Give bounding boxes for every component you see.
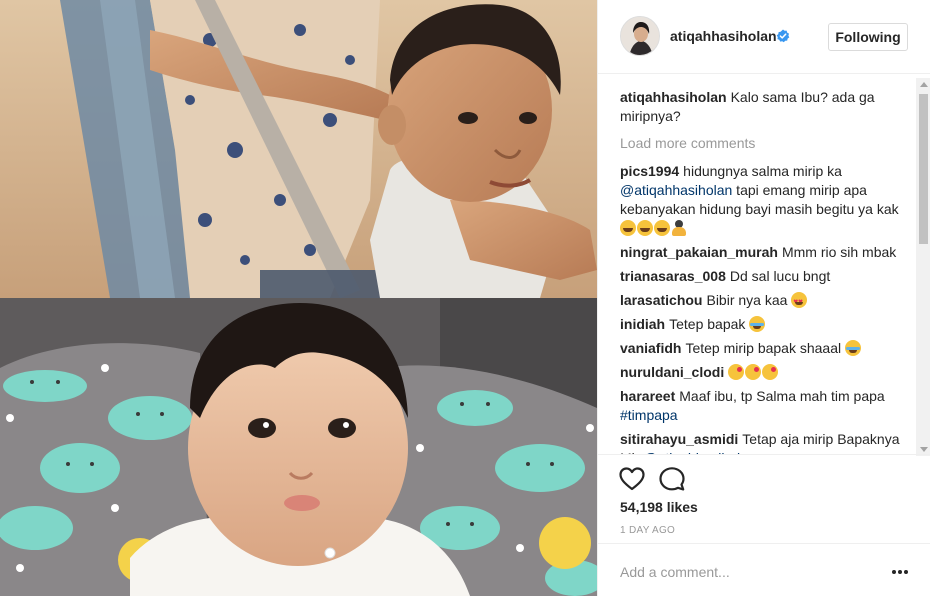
post-timestamp[interactable]: 1 DAY AGO [620,525,675,536]
following-button[interactable]: Following [828,23,908,51]
comments-inner: atiqahhasiholan Kalo sama Ibu? ada ga mir… [620,88,910,454]
add-comment-input[interactable] [620,561,870,583]
laugh-emoji-icon [637,220,653,236]
comment-mention-link[interactable]: @atiqahhasiholan [620,182,732,198]
comment-username[interactable]: inidiah [620,316,665,332]
comment-item: vaniafidh Tetep mirip bapak shaaal [620,339,910,358]
comment-text: Tetep mirip bapak shaaal [685,340,846,356]
verified-badge-icon [776,29,790,43]
kiss-emoji-icon [762,364,779,380]
more-options-icon[interactable] [890,563,910,581]
laugh-emoji-icon [620,220,636,236]
post-header: atiqahhasiholan Following [598,0,930,74]
comment-text: Bibir nya kaa [706,292,792,308]
laugh-emoji-icon [654,220,670,236]
vintage-baby-photo [0,0,597,298]
scroll-down-arrow-icon[interactable] [920,447,928,452]
baby-photo-drawing [0,298,597,596]
comment-item: inidiah Tetep bapak [620,315,910,334]
post-caption: atiqahhasiholan Kalo sama Ibu? ada ga mir… [620,88,910,126]
comment-text: Maaf ibu, tp Salma mah tim papa [679,388,885,404]
avatar-image [621,17,659,55]
comment-text: Dd sal lucu bngt [729,268,831,284]
kiss-emoji-icon [745,364,762,380]
comments-scrollbar[interactable] [916,78,930,456]
kiss-emoji-icon [728,364,745,380]
comment-username[interactable]: pics1994 [620,163,679,179]
baby-photo [0,298,597,596]
comment-item: pics1994 hidungnya salma mirip ka @atiqah… [620,162,910,238]
grin-tears-emoji-icon [749,316,766,332]
comment-item: larasatichou Bibir nya kaa [620,291,910,311]
load-more-comments-button[interactable]: Load more comments [620,134,910,153]
heart-icon[interactable] [618,465,646,493]
comment-item: trianasaras_008 Dd sal lucu bngt [620,267,910,286]
comment-bubble-icon[interactable] [658,465,686,493]
comment-username[interactable]: trianasaras_008 [620,268,726,284]
caption-username[interactable]: atiqahhasiholan [620,89,727,105]
comment-item: harareet Maaf ibu, tp Salma mah tim papa … [620,387,910,425]
add-comment-bar [598,543,930,596]
comment-username[interactable]: larasatichou [620,292,702,308]
heart-eyes-emoji-icon [791,292,808,311]
comment-username[interactable]: sitirahayu_asmidi [620,431,738,447]
scrollbar-thumb[interactable] [919,94,928,244]
scroll-up-arrow-icon[interactable] [920,82,928,87]
comment-item: ningrat_pakaian_murah Mmm rio sih mbak [620,243,910,262]
comment-item: sitirahayu_asmidi Tetap aja mirip Bapakny… [620,430,910,454]
likes-count[interactable]: 54,198 likes [620,499,698,515]
comment-username[interactable]: nuruldani_clodi [620,364,724,380]
comment-text: Mmm rio sih mbak [781,244,897,260]
comment-username[interactable]: harareet [620,388,675,404]
comments-list[interactable]: atiqahhasiholan Kalo sama Ibu? ada ga mir… [598,74,930,454]
comment-container: pics1994 hidungnya salma mirip ka @atiqah… [620,162,910,454]
grin-tears-emoji-icon [845,340,862,356]
post-photo[interactable] [0,0,597,596]
post-sidebar: atiqahhasiholan Following atiqahhasihola… [597,0,930,596]
comment-item: nuruldani_clodi [620,363,910,382]
author-username[interactable]: atiqahhasiholan [670,28,777,44]
vintage-photo-drawing [0,0,597,298]
comment-text: Tetep bapak [669,316,750,332]
comment-text: hidungnya salma mirip ka [683,163,842,179]
pray-emoji-icon [671,220,687,236]
comment-username[interactable]: vaniafidh [620,340,681,356]
post-actions: 54,198 likes 1 DAY AGO [598,454,930,542]
comment-mention-link[interactable]: #timpapa [620,407,678,423]
author-avatar[interactable] [620,16,660,56]
comment-username[interactable]: ningrat_pakaian_murah [620,244,778,260]
